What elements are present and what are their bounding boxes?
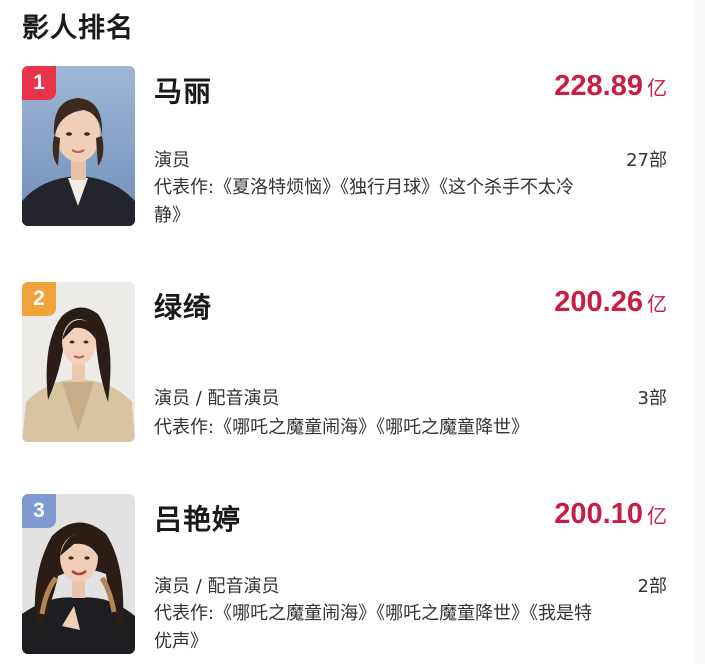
actor-name[interactable]: 马丽 bbox=[154, 70, 212, 110]
actor-role: 演员 / 配音演员 bbox=[154, 388, 280, 409]
box-office-number: 200.10 bbox=[554, 498, 643, 530]
box-office-number: 228.89 bbox=[554, 70, 643, 102]
rank-badge: 1 bbox=[22, 66, 56, 100]
representative-works: 代表作:《哪吒之魔童闹海》《哪吒之魔童降世》 bbox=[154, 417, 530, 438]
film-count: 2部 bbox=[637, 576, 667, 597]
box-office-unit: 亿 bbox=[647, 292, 667, 316]
representative-works: 代表作:《哪吒之魔童闹海》《哪吒之魔童降世》《我是特优声》 bbox=[154, 603, 593, 652]
film-count: 27部 bbox=[626, 150, 667, 171]
box-office-value: 200.26 亿 bbox=[554, 286, 667, 319]
rank-number: 1 bbox=[33, 71, 45, 94]
actor-role: 演员 / 配音演员 bbox=[154, 576, 280, 597]
rank-badge: 3 bbox=[22, 494, 56, 528]
rank-number: 3 bbox=[33, 499, 45, 522]
box-office-unit: 亿 bbox=[647, 504, 667, 528]
actor-name[interactable]: 绿绮 bbox=[154, 286, 212, 326]
box-office-value: 228.89 亿 bbox=[554, 70, 667, 103]
actor-role: 演员 bbox=[154, 150, 190, 171]
box-office-number: 200.26 bbox=[554, 286, 643, 318]
actor-name[interactable]: 吕艳婷 bbox=[154, 498, 241, 538]
rank-number: 2 bbox=[33, 287, 45, 310]
film-count: 3部 bbox=[637, 388, 667, 409]
box-office-value: 200.10 亿 bbox=[554, 498, 667, 531]
rank-badge: 2 bbox=[22, 282, 56, 316]
box-office-unit: 亿 bbox=[647, 76, 667, 100]
scrollbar[interactable] bbox=[695, 0, 705, 664]
representative-works: 代表作:《夏洛特烦恼》《独行月球》《这个杀手不太冷静》 bbox=[154, 177, 575, 226]
page-title: 影人排名 bbox=[22, 13, 134, 44]
